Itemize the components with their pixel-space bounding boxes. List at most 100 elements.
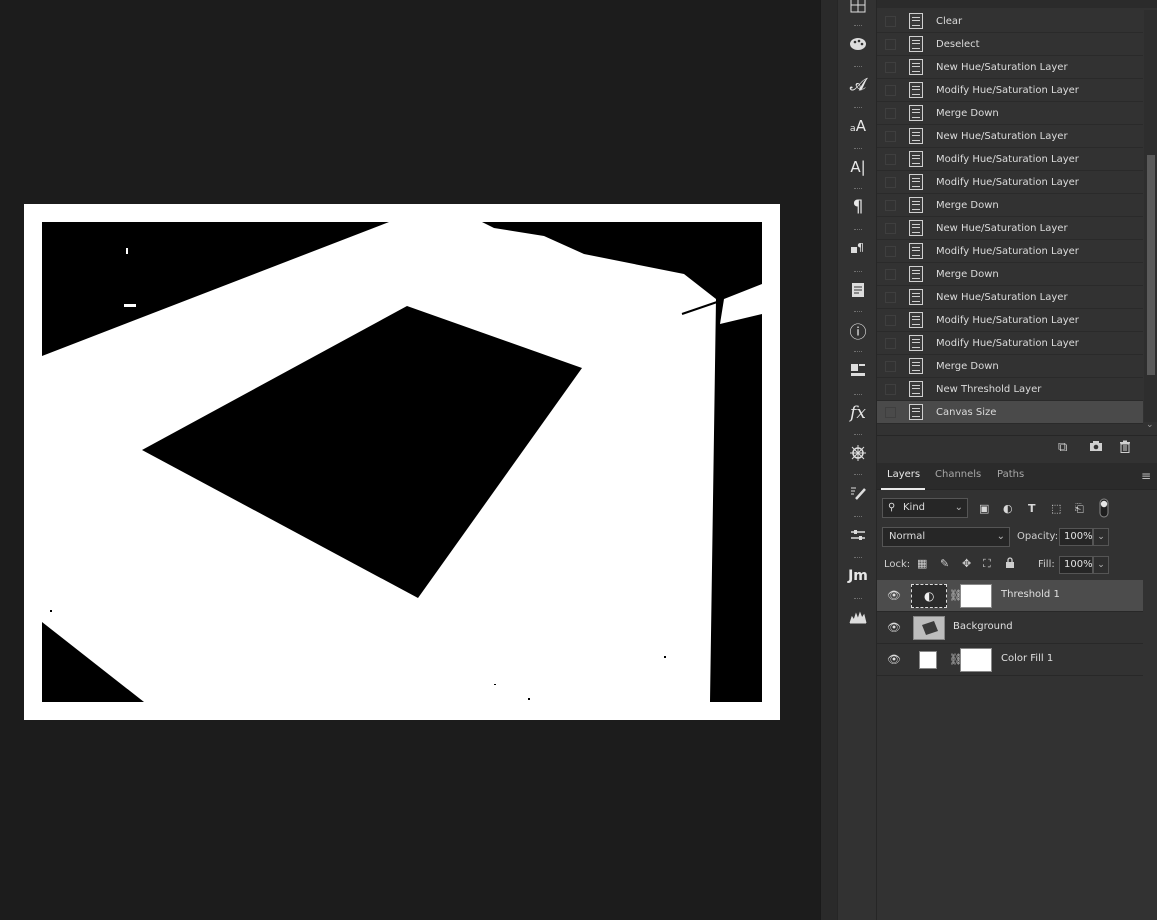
filter-toggle-icon[interactable] — [1099, 498, 1109, 521]
trash-icon[interactable] — [1119, 440, 1131, 457]
snapshot-checkbox[interactable] — [885, 15, 896, 27]
3d-icon[interactable] — [842, 351, 874, 385]
mask-thumbnail[interactable] — [960, 584, 992, 608]
opacity-dropdown-icon[interactable]: ⌄ — [1093, 528, 1109, 546]
snapshot-checkbox[interactable] — [885, 314, 896, 326]
tab-channels[interactable]: Channels — [935, 469, 981, 480]
history-state[interactable]: New Hue/Saturation Layer — [877, 286, 1143, 309]
histogram-icon[interactable] — [842, 598, 874, 632]
properties-icon[interactable] — [842, 516, 874, 550]
glyph-icon[interactable]: 𝓐 — [842, 66, 874, 100]
history-state[interactable]: Clear — [877, 10, 1143, 33]
history-state[interactable]: New Hue/Saturation Layer — [877, 56, 1143, 79]
paragraph-icon[interactable]: ¶ — [842, 188, 874, 222]
history-state-label: Deselect — [936, 38, 980, 50]
document-canvas[interactable] — [24, 204, 780, 720]
adjustment-filter-icon[interactable]: ◐ — [1003, 502, 1013, 515]
snapshot-checkbox[interactable] — [885, 245, 896, 257]
visibility-eye-icon[interactable]: 👁 — [887, 622, 901, 634]
snapshot-checkbox[interactable] — [885, 291, 896, 303]
history-state[interactable]: New Hue/Saturation Layer — [877, 125, 1143, 148]
jm-icon[interactable]: Jm — [842, 557, 874, 591]
document-icon — [909, 128, 923, 144]
lock-artboard-icon[interactable]: ⛶ — [983, 557, 991, 571]
mask-thumbnail[interactable] — [960, 648, 992, 672]
fill-field[interactable]: 100% — [1059, 556, 1093, 574]
shape-filter-icon[interactable]: ⬚ — [1051, 502, 1061, 515]
layer-filter-dropdown[interactable]: ⚲ Kind ⌄ — [882, 498, 968, 518]
fx-icon[interactable]: fx — [842, 394, 874, 428]
history-state[interactable]: Canvas Size — [877, 401, 1143, 424]
snapshot-checkbox[interactable] — [885, 84, 896, 96]
fill-dropdown-icon[interactable]: ⌄ — [1093, 556, 1109, 574]
history-state[interactable]: Modify Hue/Saturation Layer — [877, 171, 1143, 194]
snapshot-checkbox[interactable] — [885, 61, 896, 73]
visibility-eye-icon[interactable]: 👁 — [887, 590, 901, 602]
document-icon — [909, 335, 923, 351]
brush-settings-icon[interactable] — [842, 474, 874, 508]
info-icon[interactable]: ⓘ — [842, 311, 874, 345]
history-state[interactable]: Merge Down — [877, 194, 1143, 217]
lock-image-icon[interactable]: ✎ — [940, 557, 949, 570]
visibility-eye-icon[interactable]: 👁 — [887, 654, 901, 666]
snapshot-checkbox[interactable] — [885, 222, 896, 234]
snapshot-checkbox[interactable] — [885, 199, 896, 211]
panel-gutter — [820, 0, 837, 920]
type-filter-icon[interactable]: T — [1028, 502, 1036, 515]
opacity-label: Opacity: — [1017, 531, 1059, 542]
lock-all-icon[interactable] — [1005, 557, 1015, 572]
history-state[interactable]: Deselect — [877, 33, 1143, 56]
smart-object-filter-icon[interactable]: ⎗ — [1075, 502, 1084, 516]
pixel-filter-icon[interactable]: ▣ — [979, 502, 989, 515]
palette-icon[interactable] — [842, 25, 874, 59]
paragraph-style-icon[interactable]: ¶ — [842, 229, 874, 263]
history-state-label: Modify Hue/Saturation Layer — [936, 245, 1079, 257]
history-state[interactable]: New Hue/Saturation Layer — [877, 217, 1143, 240]
canvas-area[interactable] — [0, 0, 820, 920]
history-state[interactable]: Merge Down — [877, 263, 1143, 286]
snapshot-checkbox[interactable] — [885, 268, 896, 280]
layer-row-threshold[interactable]: 👁 ◐ ⛓ Threshold 1 — [877, 580, 1143, 612]
snapshot-checkbox[interactable] — [885, 383, 896, 395]
svg-text:¶: ¶ — [857, 241, 864, 254]
history-state[interactable]: New Threshold Layer — [877, 378, 1143, 401]
scroll-down-icon[interactable]: ⌄ — [1146, 420, 1154, 430]
history-state[interactable]: Modify Hue/Saturation Layer — [877, 148, 1143, 171]
layer-row-background[interactable]: 👁 Background — [877, 612, 1143, 644]
history-state[interactable]: Modify Hue/Saturation Layer — [877, 332, 1143, 355]
snapshot-checkbox[interactable] — [885, 107, 896, 119]
layer-row-color-fill[interactable]: 👁 ⛓ Color Fill 1 — [877, 644, 1143, 676]
grid-icon[interactable] — [842, 0, 874, 20]
lock-position-icon[interactable]: ✥ — [962, 557, 971, 570]
wheel-icon[interactable] — [842, 434, 874, 468]
panel-menu-icon[interactable]: ≡ — [1141, 469, 1151, 483]
history-state[interactable]: Modify Hue/Saturation Layer — [877, 79, 1143, 102]
history-list[interactable]: Clear Deselect New Hue/Saturation Layer Mod… — [877, 10, 1143, 435]
lock-transparent-icon[interactable]: ▦ — [917, 557, 927, 570]
camera-icon[interactable] — [1089, 440, 1103, 456]
info-label: ⓘ — [849, 322, 867, 343]
history-state[interactable]: Modify Hue/Saturation Layer — [877, 309, 1143, 332]
new-document-from-state-icon[interactable]: ⧉ — [1058, 440, 1067, 455]
snapshot-checkbox[interactable] — [885, 337, 896, 349]
tab-paths[interactable]: Paths — [997, 469, 1024, 480]
snapshot-checkbox[interactable] — [885, 406, 896, 418]
tab-layers[interactable]: Layers — [887, 469, 920, 480]
character-style-icon[interactable]: ₐA — [842, 107, 874, 141]
history-scrollbar[interactable] — [1144, 10, 1157, 422]
history-state-label: Merge Down — [936, 107, 999, 119]
history-state[interactable]: Merge Down — [877, 355, 1143, 378]
notes-icon[interactable] — [842, 271, 874, 305]
history-scroll-thumb[interactable] — [1147, 155, 1155, 375]
snapshot-checkbox[interactable] — [885, 153, 896, 165]
history-state[interactable]: Merge Down — [877, 102, 1143, 125]
snapshot-checkbox[interactable] — [885, 176, 896, 188]
opacity-field[interactable]: 100% — [1059, 528, 1093, 546]
snapshot-checkbox[interactable] — [885, 38, 896, 50]
blend-mode-dropdown[interactable]: Normal ⌄ — [882, 527, 1010, 547]
snapshot-checkbox[interactable] — [885, 130, 896, 142]
snapshot-checkbox[interactable] — [885, 360, 896, 372]
history-state[interactable]: Modify Hue/Saturation Layer — [877, 240, 1143, 263]
document-icon — [909, 220, 923, 236]
type-cursor-icon[interactable]: A| — [842, 148, 874, 182]
